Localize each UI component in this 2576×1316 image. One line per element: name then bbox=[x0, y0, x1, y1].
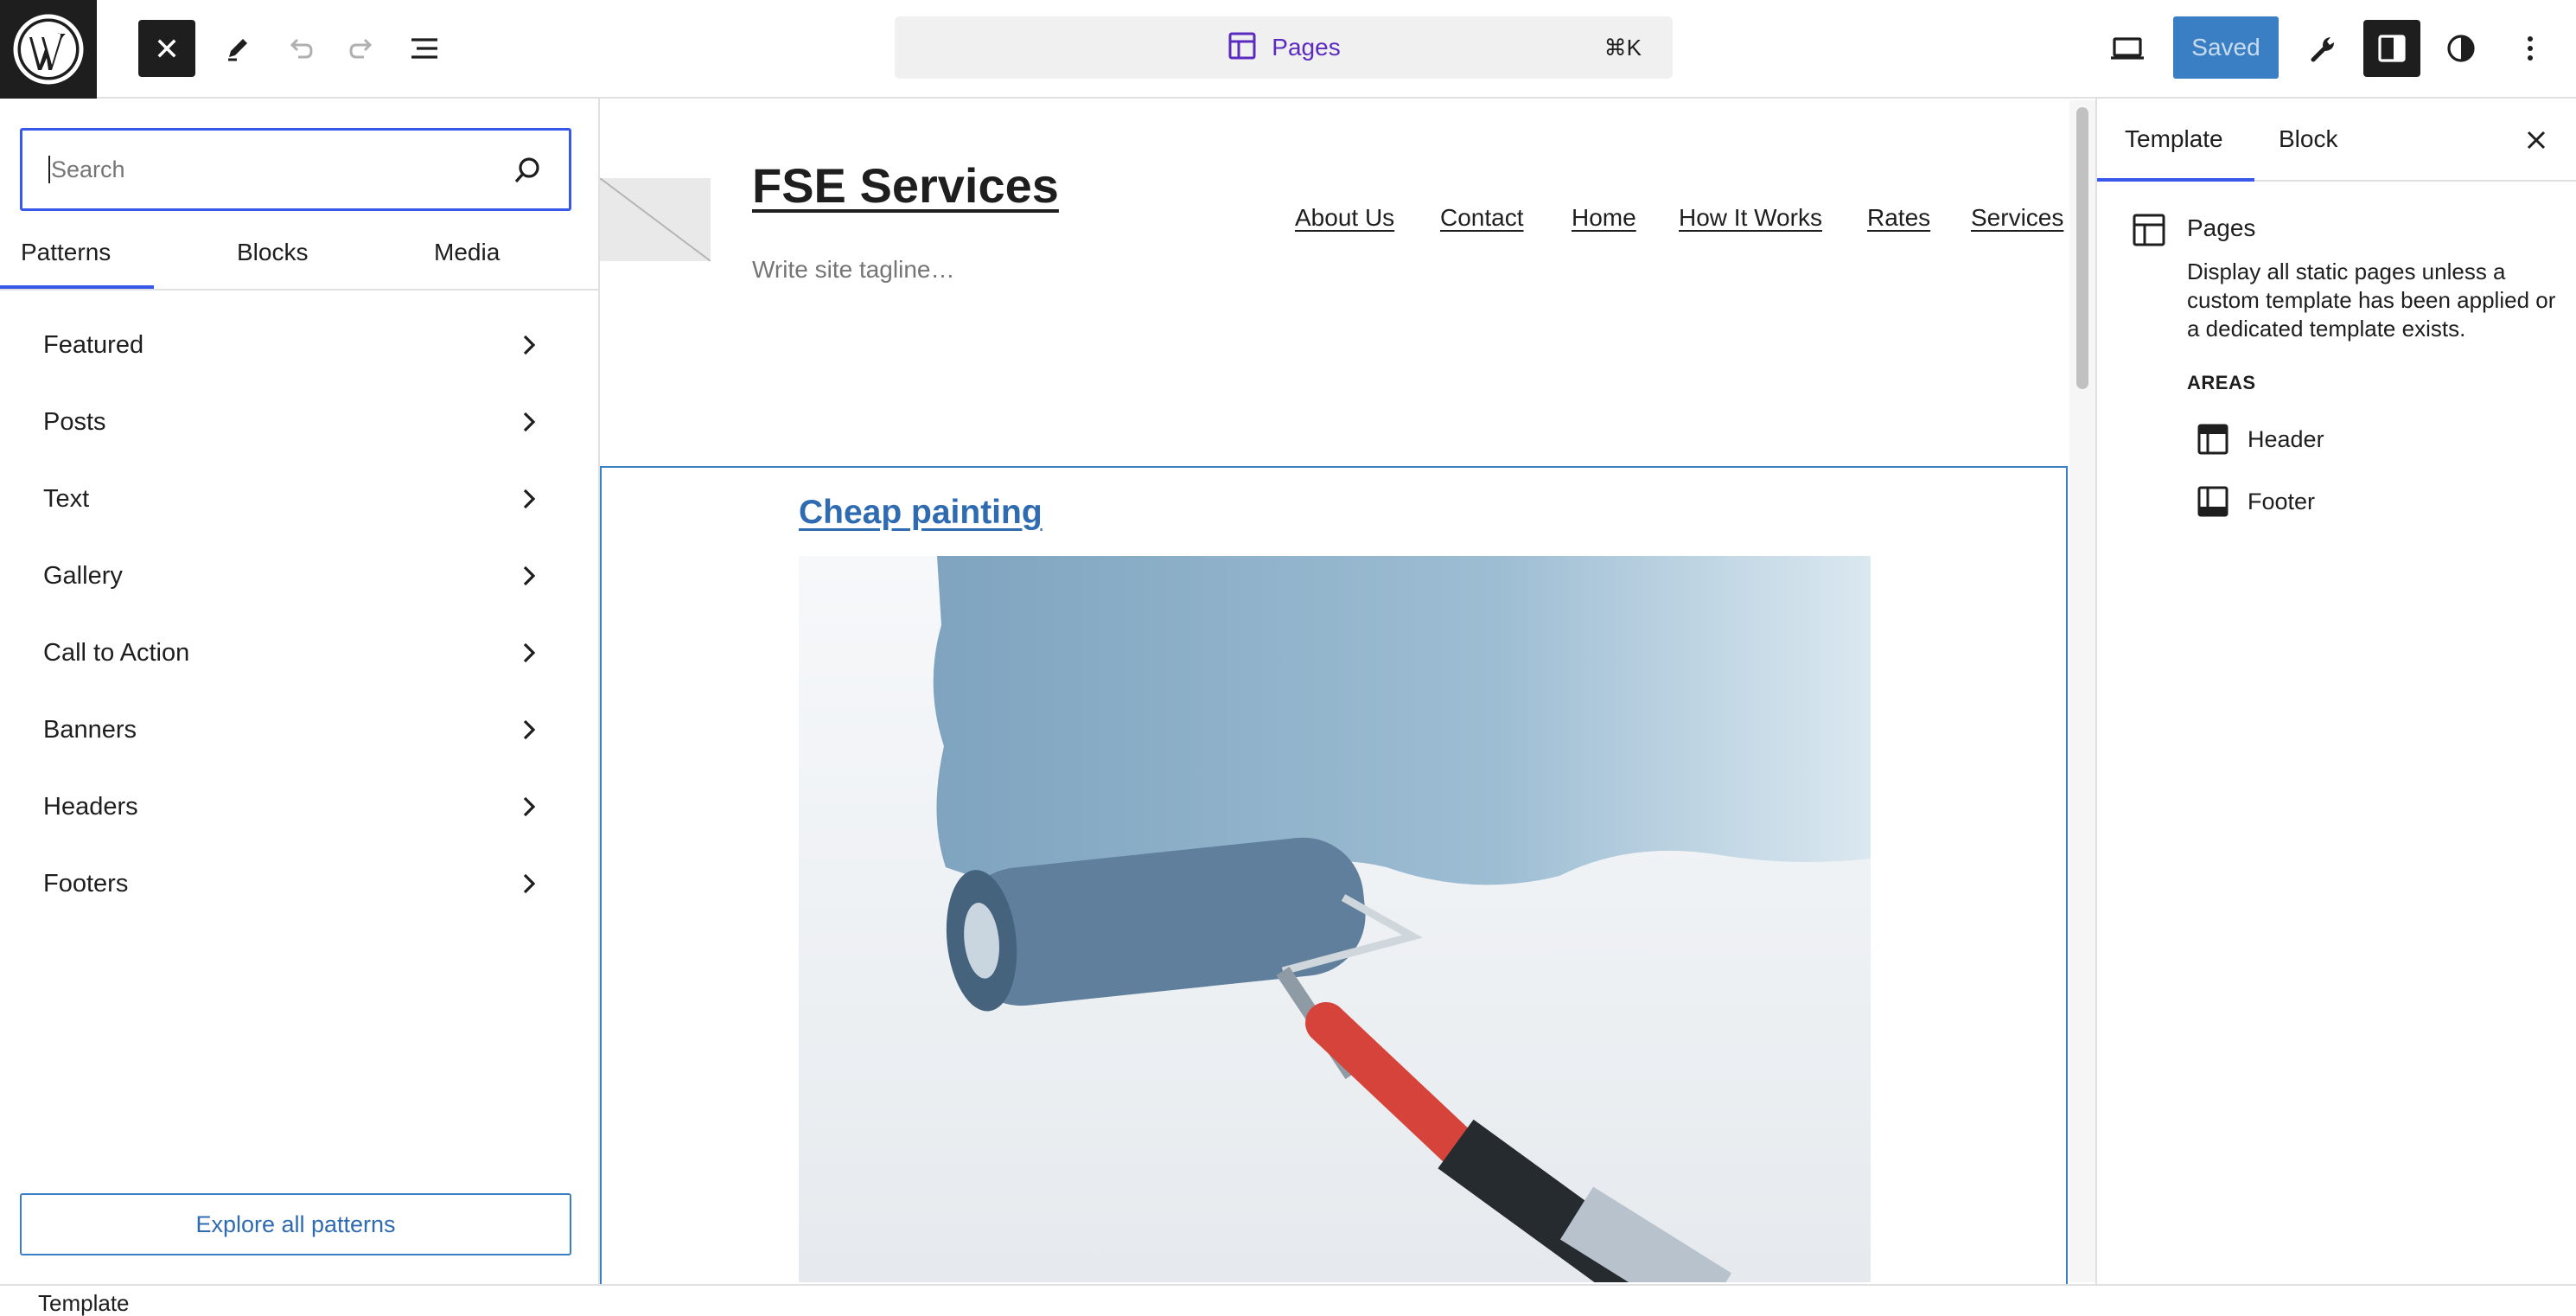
search-input[interactable]: Search bbox=[20, 128, 571, 211]
pattern-category-list: Featured Posts Text Gallery Call to Acti… bbox=[0, 320, 598, 936]
tab-blocks[interactable]: Blocks bbox=[237, 227, 308, 289]
category-label: Banners bbox=[43, 716, 137, 744]
sidebar-tabs: Template Block bbox=[2097, 99, 2576, 182]
nav-item-about-us[interactable]: About Us bbox=[1295, 204, 1394, 232]
tab-media[interactable]: Media bbox=[434, 227, 500, 289]
editor-canvas[interactable]: FSE Services Write site tagline… About U… bbox=[600, 99, 2095, 1284]
search-icon[interactable] bbox=[510, 153, 545, 188]
block-breadcrumb-bar: Template bbox=[0, 1284, 2576, 1316]
nav-item-how-it-works[interactable]: How It Works bbox=[1679, 204, 1822, 232]
category-label: Posts bbox=[43, 408, 106, 436]
chevron-right-icon bbox=[523, 796, 536, 817]
search-placeholder: Search bbox=[51, 157, 125, 182]
category-label: Headers bbox=[43, 793, 138, 821]
pattern-category-footers[interactable]: Footers bbox=[0, 859, 598, 936]
site-title[interactable]: FSE Services bbox=[752, 157, 1059, 214]
redo-icon[interactable] bbox=[334, 20, 391, 77]
site-logo-placeholder[interactable] bbox=[600, 178, 711, 261]
category-label: Footers bbox=[43, 870, 129, 898]
category-label: Text bbox=[43, 485, 90, 513]
more-options-icon[interactable] bbox=[2502, 20, 2559, 77]
chevron-right-icon bbox=[523, 642, 536, 663]
template-icon bbox=[2133, 214, 2165, 246]
editor-header: Pages ⌘K Saved bbox=[0, 0, 2576, 99]
category-label: Featured bbox=[43, 331, 144, 359]
area-item-header[interactable]: Header bbox=[2187, 418, 2550, 461]
block-inserter-panel: Search Patterns Blocks Media Featured Po… bbox=[0, 99, 600, 1284]
pattern-category-banners[interactable]: Banners bbox=[0, 705, 598, 782]
close-icon[interactable] bbox=[2521, 125, 2552, 156]
chevron-right-icon bbox=[523, 489, 536, 509]
wordpress-logo-icon[interactable] bbox=[0, 0, 97, 99]
site-tagline[interactable]: Write site tagline… bbox=[752, 256, 954, 284]
pattern-category-gallery[interactable]: Gallery bbox=[0, 551, 598, 628]
sidebar-toggle-icon[interactable] bbox=[2363, 20, 2420, 77]
chevron-right-icon bbox=[523, 412, 536, 432]
pencil-icon[interactable] bbox=[209, 20, 266, 77]
tab-patterns[interactable]: Patterns bbox=[0, 227, 155, 289]
tab-block[interactable]: Block bbox=[2279, 99, 2337, 180]
command-bar[interactable]: Pages ⌘K bbox=[895, 16, 1673, 79]
pattern-category-featured[interactable]: Featured bbox=[0, 320, 598, 397]
header-area-icon bbox=[2197, 424, 2228, 455]
command-bar-title: Pages bbox=[1272, 34, 1341, 61]
chevron-right-icon bbox=[523, 335, 536, 355]
tab-template[interactable]: Template bbox=[2097, 99, 2254, 182]
footer-area-icon bbox=[2197, 486, 2228, 517]
post-title[interactable]: Cheap painting bbox=[799, 468, 1043, 558]
breadcrumb-template[interactable]: Template bbox=[38, 1286, 130, 1316]
category-label: Call to Action bbox=[43, 639, 190, 667]
saved-button[interactable]: Saved bbox=[2173, 16, 2279, 79]
undo-icon[interactable] bbox=[271, 20, 328, 77]
nav-item-contact[interactable]: Contact bbox=[1440, 204, 1524, 232]
template-name: Pages bbox=[2187, 214, 2256, 241]
pattern-category-text[interactable]: Text bbox=[0, 474, 598, 551]
nav-item-home[interactable]: Home bbox=[1572, 204, 1636, 232]
pattern-category-posts[interactable]: Posts bbox=[0, 397, 598, 474]
paint-roller-image[interactable] bbox=[799, 556, 1871, 1282]
area-item-footer[interactable]: Footer bbox=[2187, 480, 2550, 523]
areas-heading: AREAS bbox=[2187, 372, 2256, 393]
chevron-right-icon bbox=[523, 719, 536, 740]
explore-all-patterns-button[interactable]: Explore all patterns bbox=[20, 1193, 571, 1255]
command-bar-shortcut: ⌘K bbox=[1604, 35, 1642, 61]
list-view-icon[interactable] bbox=[396, 20, 453, 77]
chevron-right-icon bbox=[523, 565, 536, 586]
area-label: Footer bbox=[2248, 488, 2316, 514]
chevron-right-icon bbox=[523, 873, 536, 894]
nav-item-rates[interactable]: Rates bbox=[1867, 204, 1930, 232]
scrollbar-thumb[interactable] bbox=[2076, 107, 2088, 389]
selected-post-block[interactable]: Cheap painting bbox=[600, 466, 2068, 1284]
pattern-category-headers[interactable]: Headers bbox=[0, 782, 598, 859]
area-label: Header bbox=[2248, 425, 2324, 452]
text-caret bbox=[48, 156, 50, 183]
category-label: Gallery bbox=[43, 562, 123, 590]
desktop-preview-icon[interactable] bbox=[2099, 20, 2156, 77]
template-icon bbox=[1227, 30, 1258, 66]
canvas-scrollbar[interactable] bbox=[2069, 100, 2095, 1282]
settings-sidebar: Template Block Pages Display all static … bbox=[2095, 99, 2576, 1284]
styles-icon[interactable] bbox=[2433, 20, 2490, 77]
pattern-category-call-to-action[interactable]: Call to Action bbox=[0, 628, 598, 705]
nav-item-services[interactable]: Services bbox=[1971, 204, 2063, 232]
wrench-icon[interactable] bbox=[2294, 20, 2351, 77]
template-description: Display all static pages unless a custom… bbox=[2187, 259, 2556, 342]
close-icon[interactable] bbox=[138, 20, 195, 77]
inserter-tabs: Patterns Blocks Media bbox=[0, 227, 598, 291]
